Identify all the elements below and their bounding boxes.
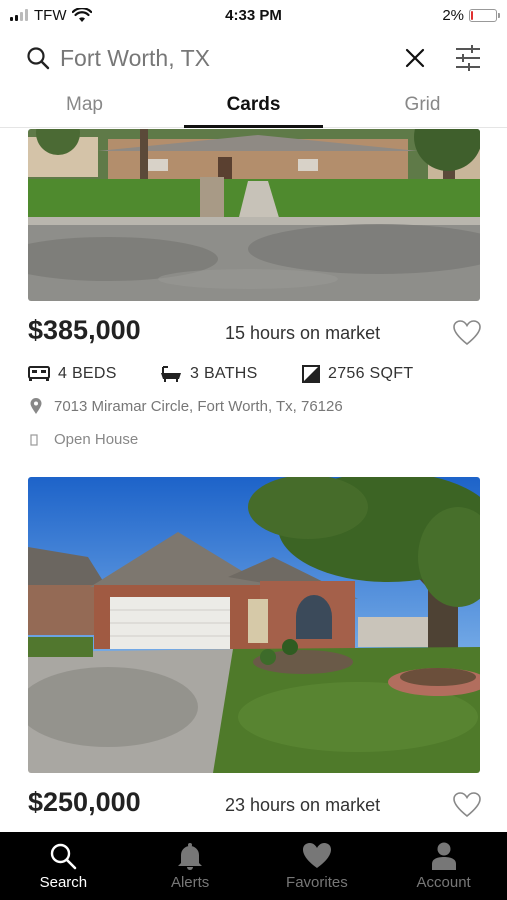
listing-features: 4 BEDS 3 BATHS 2756 SQFT (28, 365, 413, 383)
favorite-heart-icon[interactable] (453, 320, 481, 346)
status-bar: TFW 4:33 PM 2% (0, 0, 507, 30)
listing-feed[interactable]: $385,000 15 hours on market 4 BEDS 3 BAT… (0, 129, 507, 832)
nav-favorites-label: Favorites (286, 874, 348, 891)
nav-account[interactable]: Account (380, 832, 507, 900)
tab-grid[interactable]: Grid (338, 88, 507, 127)
search-input[interactable]: Fort Worth, TX (60, 45, 405, 72)
time-on-market: 15 hours on market (225, 323, 381, 343)
carrier-label: TFW (34, 6, 67, 24)
listing-price: $250,000 (28, 787, 141, 817)
search-icon (27, 47, 50, 70)
status-right: 2% (442, 6, 500, 24)
nav-favorites[interactable]: Favorites (254, 832, 381, 900)
tab-map[interactable]: Map (0, 88, 169, 127)
person-icon (431, 842, 456, 870)
time-on-market: 23 hours on market (225, 795, 381, 815)
search-bar[interactable]: Fort Worth, TX (0, 36, 507, 80)
nav-alerts-label: Alerts (170, 874, 210, 891)
heart-icon (302, 843, 331, 868)
door-icon (30, 433, 38, 446)
battery-percent: 2% (442, 6, 464, 24)
nav-account-label: Account (416, 874, 471, 891)
beds-label: 4 BEDS (58, 365, 117, 382)
favorite-heart-icon[interactable] (453, 792, 481, 818)
listing-address[interactable]: 7013 Miramar Circle, Fort Worth, Tx, 761… (30, 398, 343, 415)
bed-icon (28, 366, 50, 381)
location-pin-icon (30, 398, 42, 414)
baths-feature: 3 BATHS (160, 365, 302, 383)
status-left: TFW (10, 6, 93, 24)
open-house-row[interactable]: Open House (30, 431, 138, 448)
listing-photo[interactable] (28, 477, 480, 773)
bathtub-icon (161, 366, 181, 382)
view-tabs: Map Cards Grid (0, 88, 507, 128)
battery-icon (469, 8, 500, 22)
beds-feature: 4 BEDS (28, 365, 160, 383)
bottom-nav: Search Alerts Favorites Account (0, 832, 507, 900)
address-label: 7013 Miramar Circle, Fort Worth, Tx, 761… (54, 398, 343, 415)
status-time: 4:33 PM (225, 6, 282, 24)
search-icon (51, 843, 77, 870)
baths-label: 3 BATHS (190, 365, 258, 382)
sqft-feature: 2756 SQFT (302, 365, 413, 383)
bell-icon (178, 843, 203, 870)
nav-search-label: Search (39, 874, 88, 891)
open-house-label: Open House (54, 431, 139, 448)
wifi-icon (72, 7, 93, 22)
listing-photo[interactable] (28, 129, 480, 301)
tab-cards[interactable]: Cards (169, 88, 338, 128)
nav-search[interactable]: Search (0, 832, 127, 900)
sqft-label: 2756 SQFT (328, 365, 414, 382)
area-icon (302, 365, 320, 383)
listing-price: $385,000 (28, 315, 141, 345)
filter-sliders-icon[interactable] (455, 43, 481, 73)
signal-icon (10, 9, 28, 21)
close-icon[interactable] (405, 48, 425, 68)
nav-alerts[interactable]: Alerts (127, 832, 254, 900)
